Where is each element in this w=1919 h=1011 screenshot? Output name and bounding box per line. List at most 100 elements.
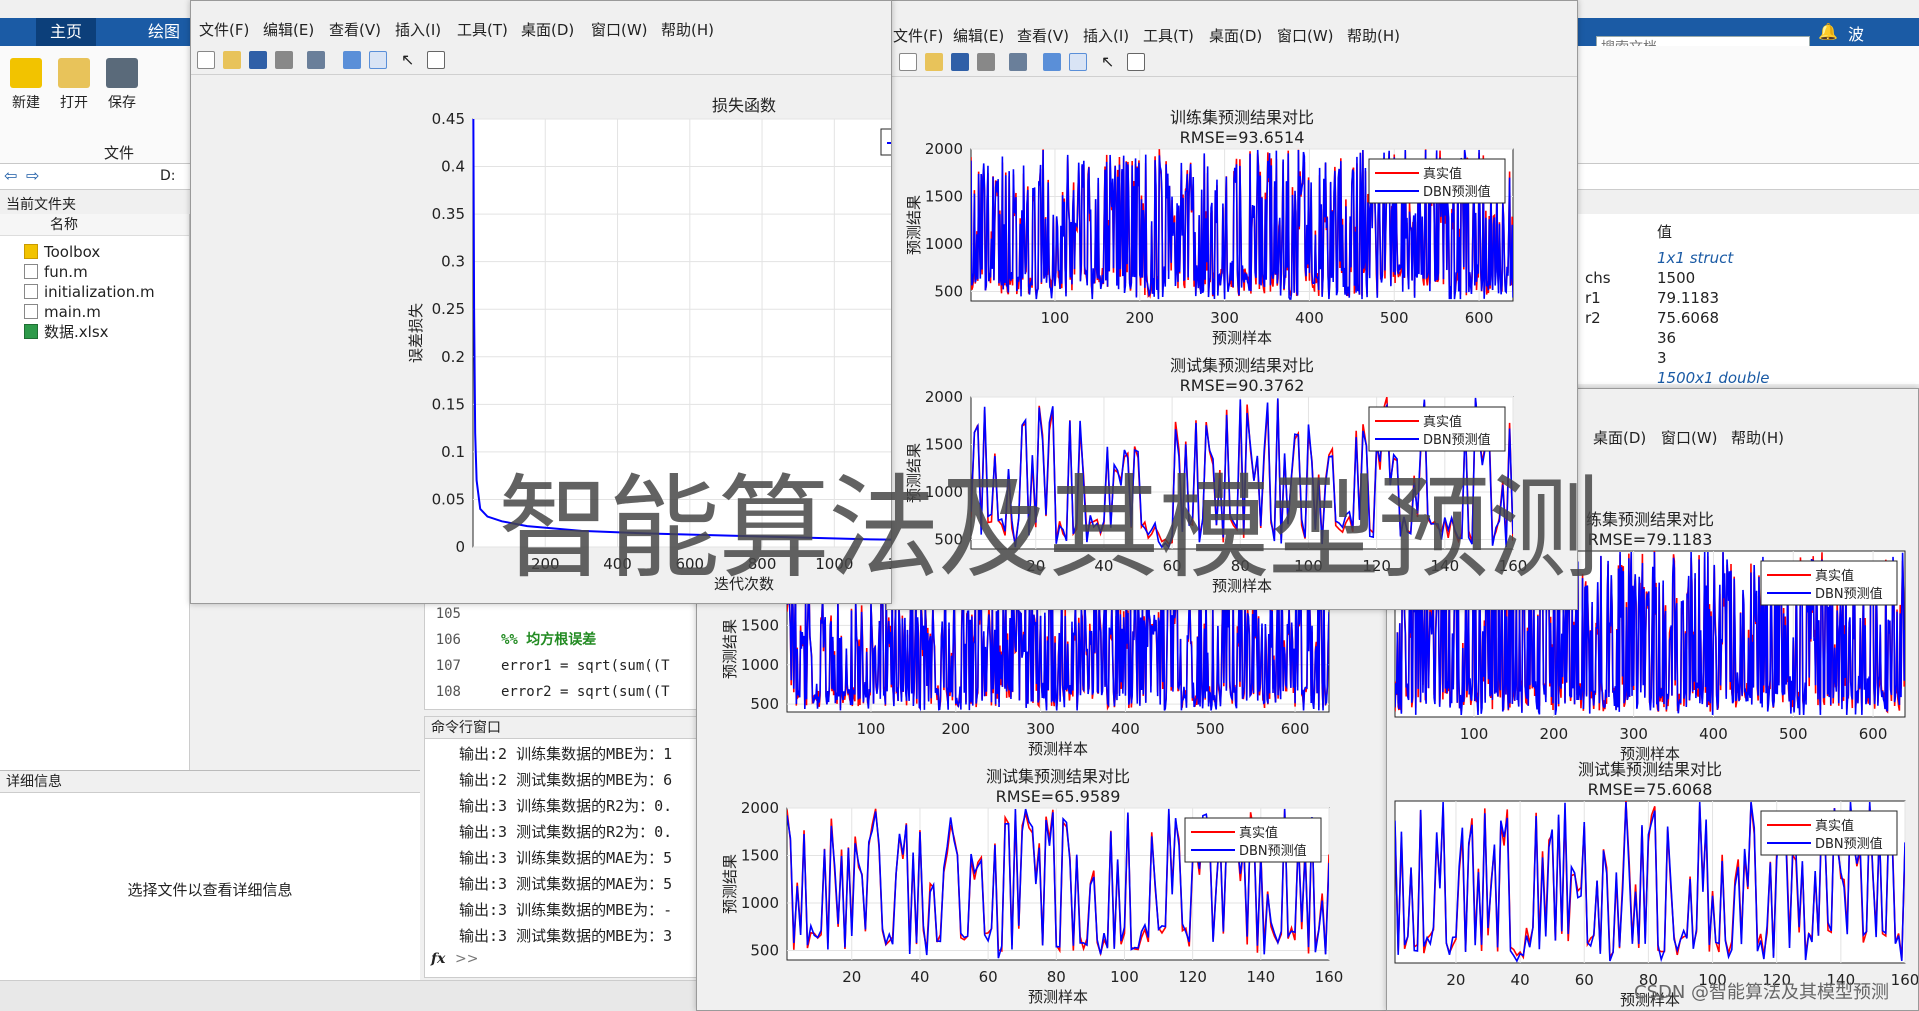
x-tick-label: 100	[1460, 725, 1489, 743]
y-tick-label: 1000	[741, 656, 779, 674]
command-prompt[interactable]: >>	[455, 951, 478, 967]
x-tick-label: 500	[1779, 725, 1808, 743]
y-tick-label: 1000	[925, 235, 963, 253]
file-item[interactable]: fun.m	[24, 262, 88, 282]
y-tick-label: 500	[934, 283, 963, 301]
code-editor[interactable]: 105 106%% 均方根误差 107 error1 = sqrt(sum((T …	[424, 602, 704, 710]
command-output-line: 输出:3 训练集数据的MBE为：-	[459, 901, 673, 919]
command-output-line: 输出:3 测试集数据的MBE为：3	[459, 927, 673, 945]
x-axis-label: 预测样本	[1212, 329, 1272, 347]
x-tick-label: 120	[1178, 968, 1207, 986]
bell-icon[interactable]: 🔔	[1818, 22, 1838, 41]
command-output-line: 输出:3 训练集数据的MAE为：5	[459, 849, 673, 867]
x-tick-label: 600	[1281, 720, 1310, 738]
details-message: 选择文件以查看详细信息	[127, 881, 293, 899]
code-line: 106%% 均方根误差	[435, 632, 597, 648]
x-tick-label: 100	[1110, 968, 1139, 986]
workspace-value[interactable]: 75.6068	[1657, 308, 1719, 328]
file-item[interactable]: main.m	[24, 302, 101, 322]
chart-subtitle: RMSE=65.9589	[996, 787, 1121, 806]
legend-label: DBN预测值	[1423, 184, 1491, 200]
x-tick-label: 300	[1026, 720, 1055, 738]
x-tick-label: 80	[1047, 968, 1066, 986]
workspace-value[interactable]: 36	[1657, 328, 1676, 348]
x-tick-label: 60	[1575, 971, 1594, 989]
x-tick-label: 20	[842, 968, 861, 986]
watermark-text: 智能算法及其模型预测	[498, 464, 1600, 594]
file-item[interactable]: Toolbox	[24, 242, 100, 262]
chart-title: 测试集预测结果对比	[1578, 760, 1722, 779]
x-tick-label: 200	[1125, 309, 1154, 327]
workspace-var-name[interactable]: chs	[1585, 268, 1611, 288]
y-tick-label: 500	[750, 942, 779, 960]
fig4-menu-item[interactable]: 桌面(D)	[1593, 427, 1646, 448]
legend-label: 真实值	[1815, 568, 1854, 584]
forward-arrow-icon[interactable]: ⇨	[26, 166, 39, 185]
x-tick-label: 160	[1315, 968, 1344, 986]
details-title: 详细信息	[0, 771, 420, 793]
file-item[interactable]: 数据.xlsx	[24, 322, 109, 342]
y-tick-label: 2000	[925, 388, 963, 406]
x-tick-label: 100	[1041, 309, 1070, 327]
command-window[interactable]: 命令行窗口 输出:2 训练集数据的MBE为：1 输出:2 测试集数据的MBE为：…	[424, 716, 704, 978]
legend-label: 真实值	[1239, 825, 1278, 841]
command-output-line: 输出:3 测试集数据的MAE为：5	[459, 875, 673, 893]
save-button[interactable]: 保存	[104, 58, 140, 112]
chart-title: 训练集预测结果对比	[1170, 108, 1314, 127]
x-axis-label: 预测样本	[1028, 988, 1088, 1006]
x-tick-label: 200	[1540, 725, 1569, 743]
y-tick-label: 0.3	[441, 253, 465, 271]
save-icon	[106, 58, 138, 88]
y-axis-label: 预测结果	[721, 619, 739, 679]
tab-home[interactable]: 主页	[36, 18, 97, 46]
m-file-icon	[24, 304, 38, 319]
name-column-header[interactable]: 名称	[0, 214, 189, 236]
figure-3-window[interactable]: 100 200 300 400 500 600 500 1000 1500 预测样本 预测结果 20…	[696, 585, 1396, 1011]
y-tick-label: 0.45	[432, 110, 465, 128]
chart-title: 测试集预测结果对比	[1170, 356, 1314, 375]
workspace-value[interactable]: 3	[1657, 348, 1667, 368]
x-tick-label: 300	[1619, 725, 1648, 743]
fig4-test-axes: 20 40 60 80 100 120 140 160测试集预测结果对比RMSE=75.606…	[1394, 760, 1918, 1009]
chart-subtitle: RMSE=75.6068	[1588, 780, 1713, 799]
y-tick-label: 0.05	[432, 490, 465, 508]
y-tick-label: 0.4	[441, 158, 465, 176]
fig3-test-axes: 20 40 60 80 100 120 140 160 500 1000 1500 2000 测试集预测…	[721, 767, 1343, 1006]
y-tick-label: 1500	[741, 847, 779, 865]
excel-file-icon	[24, 324, 38, 339]
fig3-svg: 100 200 300 400 500 60050010001500预测样本预测结果 20…	[721, 586, 1343, 1006]
path-drive[interactable]: D:	[160, 168, 176, 184]
y-tick-label: 2000	[741, 799, 779, 817]
new-icon	[10, 58, 42, 88]
legend-label: 真实值	[1815, 818, 1854, 834]
x-tick-label: 40	[910, 968, 929, 986]
tab-plots[interactable]: 绘图	[148, 18, 180, 46]
code-line: 107 error1 = sqrt(sum((T	[435, 658, 670, 674]
legend-label: DBN预测值	[1239, 843, 1307, 859]
y-tick-label: 0.35	[432, 205, 465, 223]
new-button[interactable]: 新建	[8, 58, 44, 112]
open-button[interactable]: 打开	[56, 58, 92, 112]
chart-title: 损失函数	[712, 96, 776, 115]
chart-title: 练集预测结果对比	[1586, 510, 1714, 529]
current-folder-panel: 名称 Toolbox fun.m initialization.m main.m…	[0, 214, 190, 794]
legend-label: 真实值	[1423, 166, 1462, 182]
fig3-train-axes: 100 200 300 400 500 600 500 1000 1500 预测样本 预测结果	[721, 586, 1330, 758]
y-tick-label: 1000	[741, 894, 779, 912]
y-axis-label: 误差损失	[407, 303, 425, 363]
fig4-menu-item[interactable]: 窗口(W)	[1661, 427, 1718, 448]
y-tick-label: 0.15	[432, 395, 465, 413]
workspace-value[interactable]: 1x1 struct	[1657, 248, 1733, 268]
workspace-value[interactable]: 79.1183	[1657, 288, 1719, 308]
workspace-var-name[interactable]: r1	[1585, 288, 1601, 308]
workspace-value[interactable]: 1500x1 double	[1657, 368, 1770, 388]
file-item[interactable]: initialization.m	[24, 282, 155, 302]
workspace-var-name[interactable]: r2	[1585, 308, 1601, 328]
fig4-menu-item[interactable]: 帮助(H)	[1731, 427, 1784, 448]
workspace-value[interactable]: 1500	[1657, 268, 1695, 288]
back-arrow-icon[interactable]: ⇦	[4, 166, 17, 185]
x-tick-label: 20	[1446, 971, 1465, 989]
x-tick-label: 40	[1511, 971, 1530, 989]
user-menu[interactable]: 波	[1848, 21, 1864, 45]
folder-open-icon	[58, 58, 90, 88]
